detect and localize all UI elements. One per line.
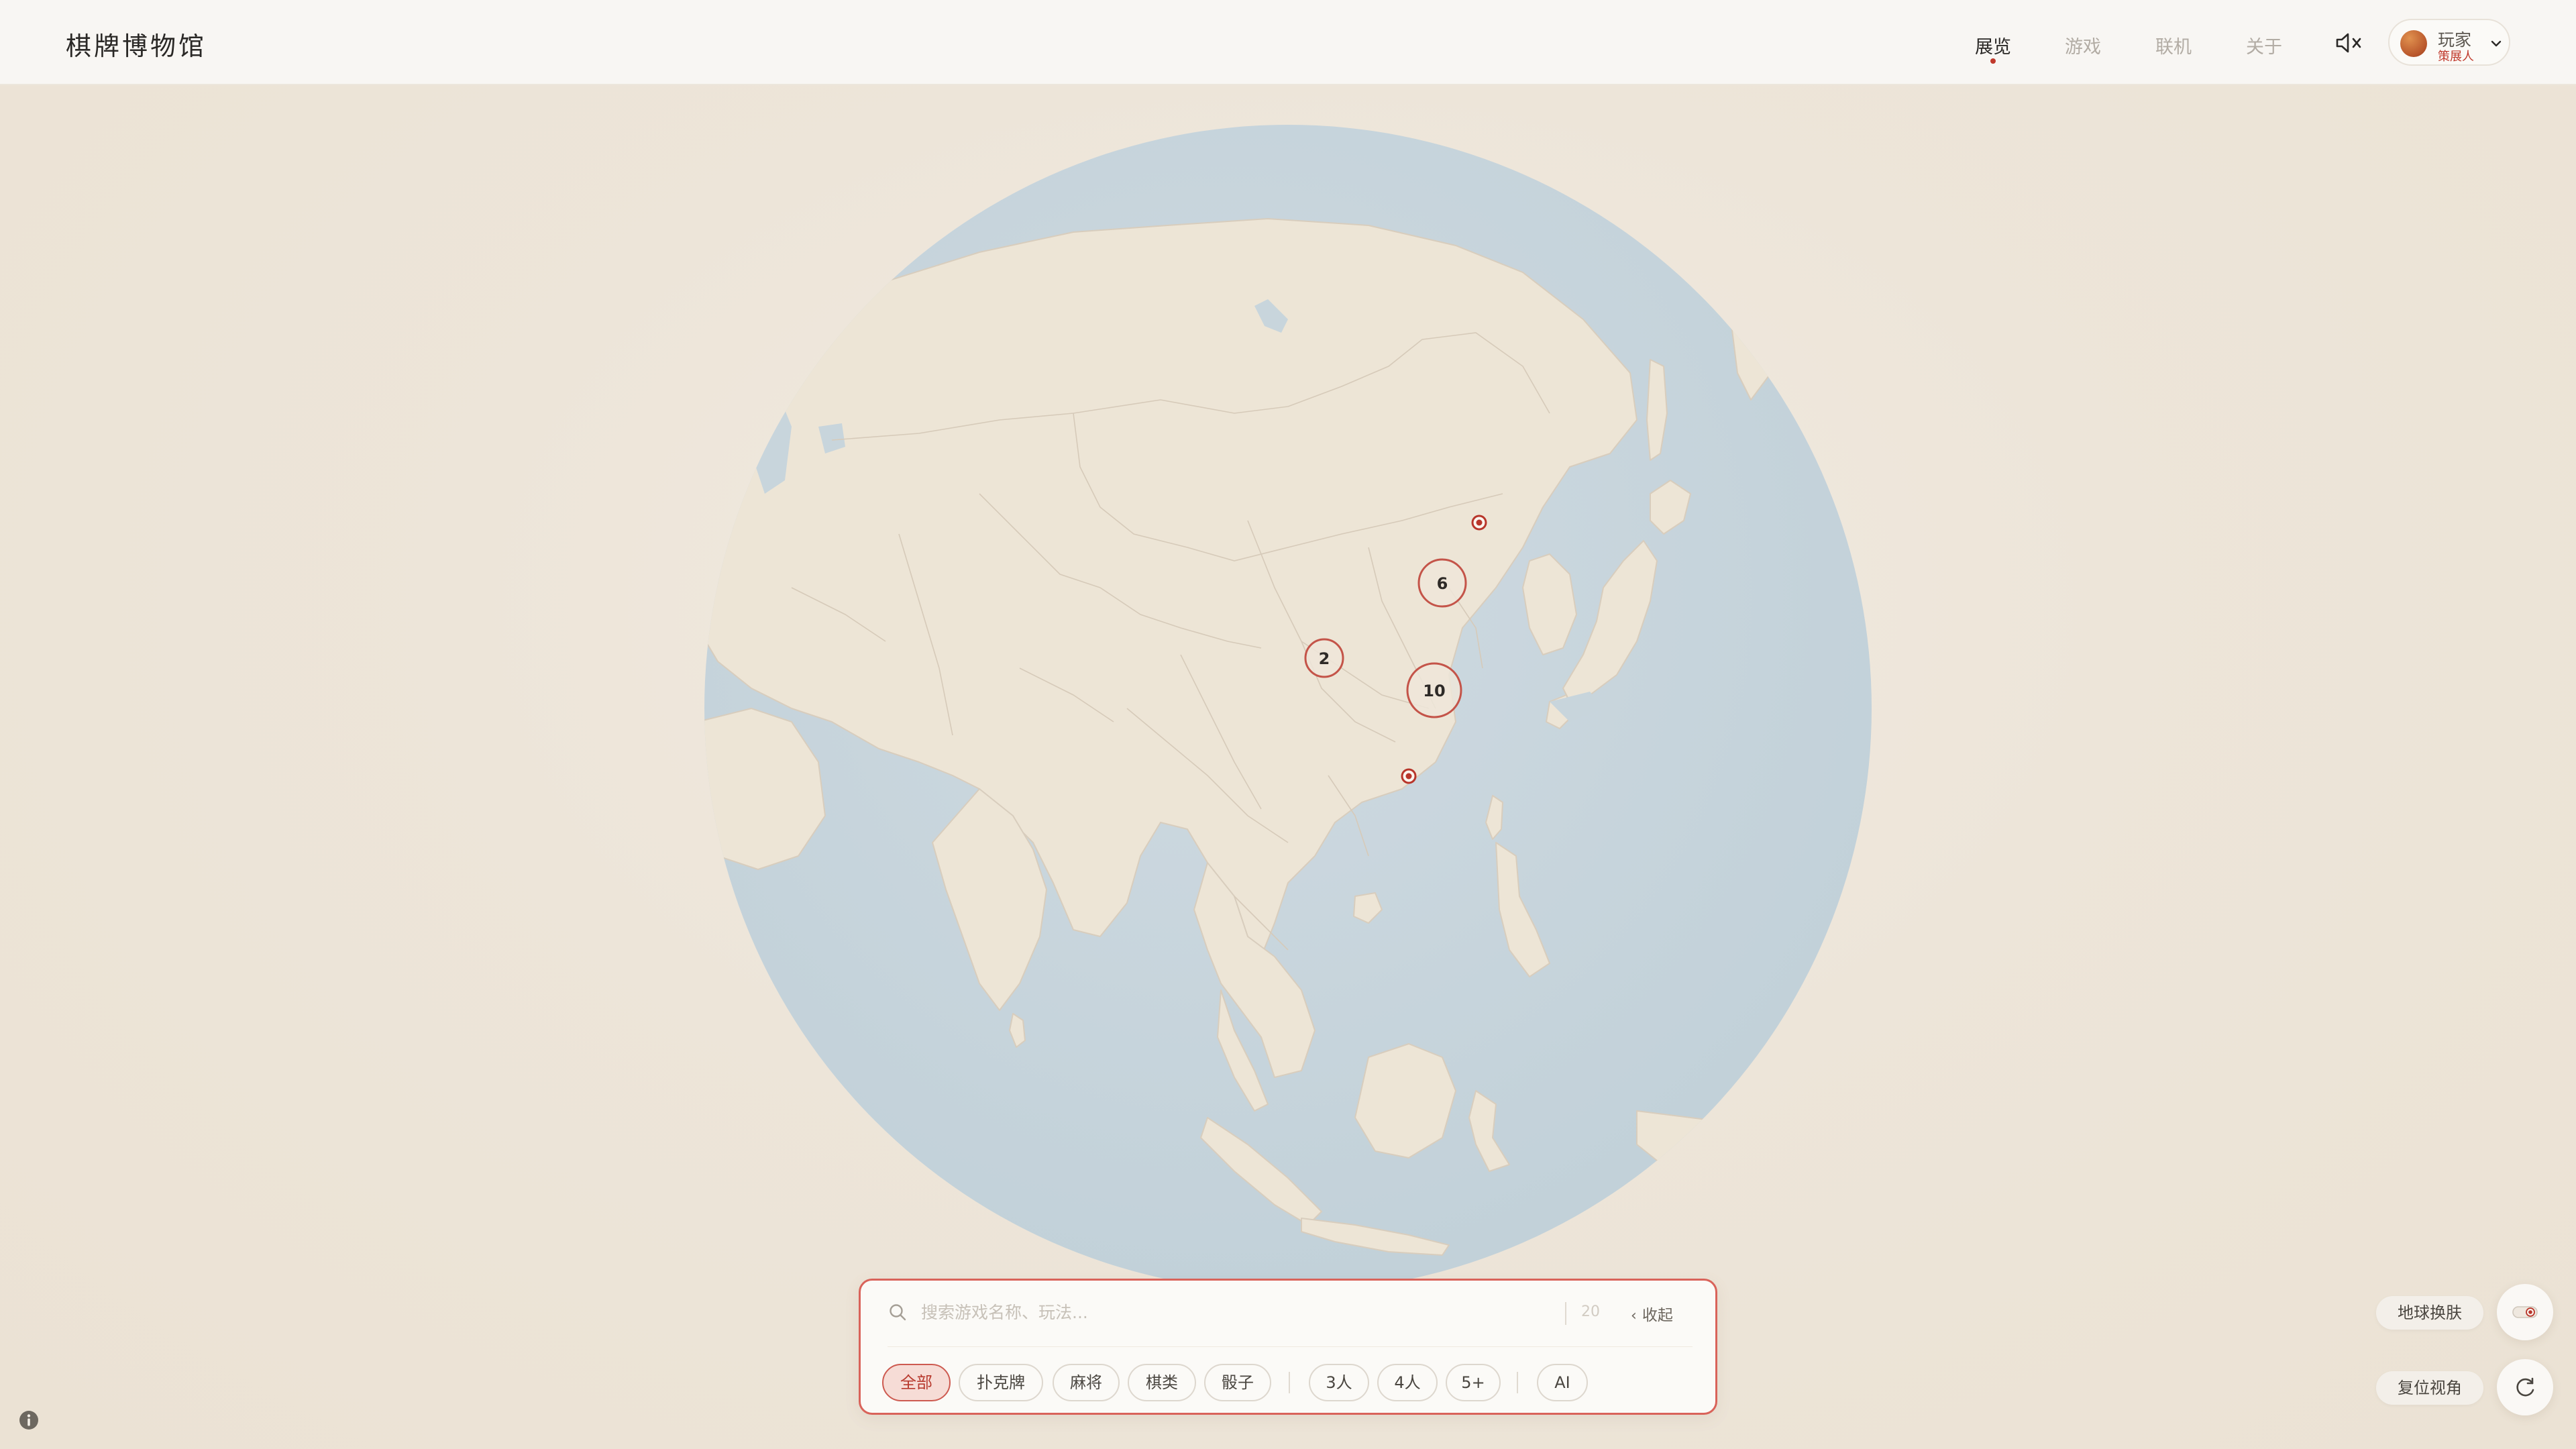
- nav-item-online[interactable]: 联机: [2155, 32, 2192, 58]
- info-icon[interactable]: [17, 1409, 40, 1432]
- map-marker-northeast[interactable]: [1471, 515, 1487, 531]
- globe-skin-label: 地球换肤: [2376, 1296, 2483, 1330]
- land-new-guinea: [1636, 1110, 1785, 1185]
- globe-svg[interactable]: 6 2 10: [698, 118, 1878, 1299]
- speaker-muted-icon: [2336, 33, 2361, 53]
- map-cluster-2[interactable]: 2: [1304, 638, 1344, 678]
- divider: [1289, 1372, 1290, 1393]
- sound-mute-button[interactable]: [2334, 30, 2364, 56]
- filter-chip-4-players[interactable]: 4人: [1377, 1364, 1438, 1401]
- chevron-down-icon: [2491, 40, 2502, 47]
- filter-chip-dice[interactable]: 骰子: [1204, 1364, 1271, 1401]
- active-indicator-dot: [1990, 58, 1996, 64]
- toggle-switch-icon: [2512, 1306, 2538, 1318]
- nav-label: 联机: [2155, 37, 2192, 58]
- collapse-button[interactable]: ‹ 收起: [1631, 1302, 1673, 1325]
- collapse-label: 收起: [1642, 1307, 1673, 1324]
- cluster-count: 10: [1423, 682, 1445, 700]
- nav-label: 展览: [1975, 37, 2011, 58]
- filter-chip-3-players[interactable]: 3人: [1309, 1364, 1369, 1401]
- refresh-icon: [2516, 1377, 2534, 1397]
- filter-chip-ai[interactable]: AI: [1537, 1364, 1588, 1401]
- filter-chip-board[interactable]: 棋类: [1128, 1364, 1196, 1401]
- filter-chip-poker[interactable]: 扑克牌: [959, 1364, 1043, 1401]
- reset-view-button[interactable]: [2497, 1359, 2553, 1415]
- search-icon: [890, 1304, 906, 1321]
- map-marker-south[interactable]: [1401, 768, 1417, 784]
- filter-chip-5-plus-players[interactable]: 5+: [1446, 1364, 1501, 1401]
- nav-item-games[interactable]: 游戏: [2065, 32, 2101, 58]
- divider: [888, 1346, 1693, 1347]
- filter-chip-mahjong[interactable]: 麻将: [1053, 1364, 1120, 1401]
- map-cluster-6[interactable]: 6: [1417, 558, 1467, 608]
- divider: [1565, 1302, 1566, 1325]
- filter-chip-all[interactable]: 全部: [882, 1364, 951, 1401]
- globe-map[interactable]: 6 2 10: [698, 118, 1878, 1299]
- avatar: [2400, 30, 2427, 57]
- divider: [1517, 1372, 1518, 1393]
- chevron-left-icon: ‹: [1631, 1307, 1637, 1324]
- globe-skin-toggle-button[interactable]: [2497, 1284, 2553, 1340]
- nav-item-exhibition[interactable]: 展览: [1975, 32, 2011, 64]
- search-filter-panel: 20 ‹ 收起 全部 扑克牌 麻将 棋类 骰子 3人 4人 5+ AI: [859, 1279, 1717, 1415]
- nav-label: 游戏: [2065, 37, 2101, 58]
- top-header: 棋牌博物馆 展览 游戏 联机 关于 玩家 策展人: [0, 0, 2576, 85]
- nav-item-about[interactable]: 关于: [2246, 32, 2282, 58]
- reset-view-label: 复位视角: [2376, 1371, 2483, 1405]
- nav-label: 关于: [2246, 37, 2282, 58]
- result-count: 20: [1581, 1303, 1600, 1320]
- search-input[interactable]: [921, 1295, 1525, 1329]
- app-title[interactable]: 棋牌博物馆: [66, 25, 207, 62]
- cluster-count: 6: [1437, 574, 1448, 593]
- user-role: 策展人: [2438, 50, 2474, 64]
- cluster-count: 2: [1319, 649, 1330, 668]
- user-menu-button[interactable]: 玩家 策展人: [2388, 19, 2510, 66]
- map-cluster-10[interactable]: 10: [1406, 662, 1462, 718]
